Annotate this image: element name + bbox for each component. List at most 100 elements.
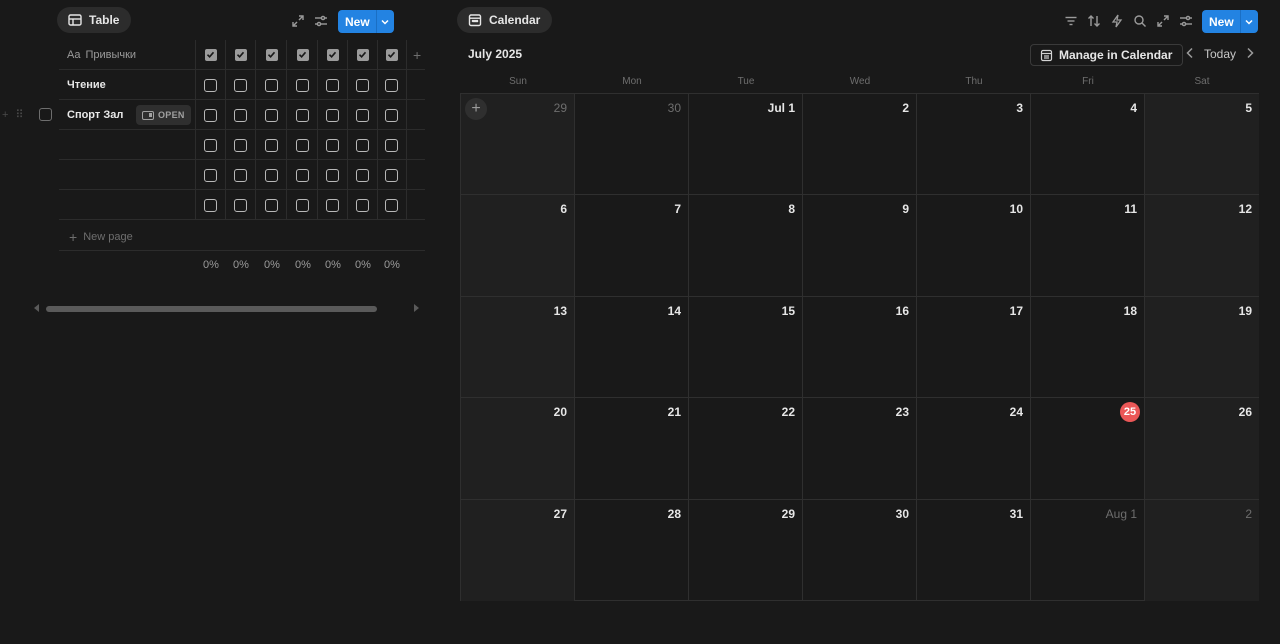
chevron-down-icon[interactable] (1239, 10, 1258, 33)
habit-checkbox[interactable] (356, 198, 369, 212)
habit-checkbox[interactable] (385, 138, 398, 152)
habit-checkbox[interactable] (265, 198, 278, 212)
calendar-day-cell[interactable]: 28 (575, 499, 689, 601)
calendar-day-cell[interactable]: 26 (1145, 398, 1259, 500)
percent-checked[interactable]: 0% (257, 259, 287, 271)
row-name[interactable] (59, 130, 196, 160)
settings-sliders-icon[interactable] (313, 13, 329, 29)
column-header-checkbox[interactable] (318, 40, 348, 70)
column-header-checkbox[interactable] (196, 40, 226, 70)
scroll-left-icon[interactable] (34, 304, 39, 312)
add-column-icon[interactable]: + (413, 47, 421, 63)
habit-checkbox[interactable] (234, 138, 247, 152)
habit-checkbox[interactable] (265, 108, 278, 122)
habit-checkbox[interactable] (204, 78, 217, 92)
habit-checkbox[interactable] (296, 198, 309, 212)
habit-checkbox[interactable] (204, 138, 217, 152)
habit-checkbox[interactable] (326, 138, 339, 152)
percent-checked[interactable]: 0% (196, 259, 226, 271)
habit-checkbox[interactable] (265, 168, 278, 182)
habit-checkbox[interactable] (385, 108, 398, 122)
calendar-day-cell[interactable]: 5 (1145, 94, 1259, 196)
habit-checkbox[interactable] (204, 108, 217, 122)
habit-checkbox[interactable] (296, 108, 309, 122)
row-name[interactable] (59, 160, 196, 190)
habit-checkbox[interactable] (356, 78, 369, 92)
habit-checkbox[interactable] (326, 108, 339, 122)
scroll-right-icon[interactable] (414, 304, 419, 312)
add-event-icon[interactable]: + (465, 98, 487, 120)
calendar-day-cell[interactable]: 14 (575, 296, 689, 399)
calendar-day-cell[interactable]: 13 (461, 296, 575, 399)
column-header-checkbox[interactable] (377, 40, 407, 70)
calendar-day-cell[interactable]: 6 (461, 195, 575, 297)
calendar-day-cell[interactable]: 17 (917, 296, 1031, 399)
habit-checkbox[interactable] (356, 138, 369, 152)
calendar-day-cell[interactable]: 19 (1145, 296, 1259, 399)
habit-checkbox[interactable] (296, 168, 309, 182)
column-header-checkbox[interactable] (288, 40, 318, 70)
calendar-day-cell[interactable]: 29 + (461, 94, 575, 196)
column-header-checkbox[interactable] (257, 40, 287, 70)
habit-checkbox[interactable] (234, 78, 247, 92)
today-button[interactable]: Today (1204, 47, 1236, 61)
habit-checkbox[interactable] (204, 198, 217, 212)
calendar-day-cell[interactable]: 30 (575, 94, 689, 196)
calendar-day-cell[interactable]: 18 (1031, 296, 1145, 399)
calendar-day-cell[interactable]: 29 (689, 499, 803, 601)
habit-checkbox[interactable] (296, 138, 309, 152)
calendar-day-cell[interactable]: 11 (1031, 195, 1145, 297)
calendar-day-cell[interactable]: 3 (917, 94, 1031, 196)
calendar-day-cell[interactable]: 21 (575, 398, 689, 500)
calendar-day-cell[interactable]: 27 (461, 499, 575, 601)
calendar-day-cell[interactable]: Jul 1 (689, 94, 803, 196)
habit-checkbox[interactable] (296, 78, 309, 92)
column-header-checkbox[interactable] (226, 40, 256, 70)
calendar-day-cell[interactable]: 15 (689, 296, 803, 399)
prev-month-icon[interactable] (1185, 47, 1195, 62)
calendar-day-cell[interactable]: 10 (917, 195, 1031, 297)
percent-checked[interactable]: 0% (226, 259, 256, 271)
calendar-day-cell[interactable]: 20 (461, 398, 575, 500)
tab-table[interactable]: Table (57, 7, 132, 33)
settings-sliders-icon[interactable] (1178, 13, 1194, 29)
row-select-checkbox[interactable] (39, 108, 52, 121)
tab-calendar[interactable]: Calendar (457, 7, 553, 33)
column-header-checkbox[interactable] (348, 40, 378, 70)
percent-checked[interactable]: 0% (288, 259, 318, 271)
habit-checkbox[interactable] (326, 198, 339, 212)
calendar-day-cell[interactable]: 8 (689, 195, 803, 297)
calendar-new-button[interactable]: New (1202, 10, 1258, 33)
habit-checkbox[interactable] (234, 198, 247, 212)
calendar-day-cell[interactable]: Aug 1 (1031, 499, 1145, 601)
calendar-day-cell[interactable]: 24 (917, 398, 1031, 500)
habit-checkbox[interactable] (234, 108, 247, 122)
habit-checkbox[interactable] (204, 168, 217, 182)
habit-checkbox[interactable] (265, 78, 278, 92)
filter-icon[interactable] (1063, 13, 1079, 29)
habit-checkbox[interactable] (385, 168, 398, 182)
sort-icon[interactable] (1086, 13, 1102, 29)
habit-checkbox[interactable] (326, 168, 339, 182)
search-icon[interactable] (1132, 13, 1148, 29)
expand-icon[interactable] (290, 13, 306, 29)
lightning-icon[interactable] (1109, 13, 1125, 29)
column-header-habits[interactable]: Aa Привычки (59, 40, 196, 70)
row-name[interactable]: Чтение (59, 70, 196, 100)
habit-checkbox[interactable] (356, 108, 369, 122)
expand-icon[interactable] (1155, 13, 1171, 29)
calendar-day-cell[interactable]: 2 (1145, 499, 1259, 601)
chevron-down-icon[interactable] (375, 10, 394, 33)
habit-checkbox[interactable] (385, 78, 398, 92)
habit-checkbox[interactable] (265, 138, 278, 152)
calendar-day-cell[interactable]: 23 (803, 398, 917, 500)
percent-checked[interactable]: 0% (318, 259, 348, 271)
habit-checkbox[interactable] (385, 198, 398, 212)
horizontal-scrollbar[interactable] (46, 306, 377, 312)
percent-checked[interactable]: 0% (348, 259, 378, 271)
habit-checkbox[interactable] (234, 168, 247, 182)
habit-checkbox[interactable] (326, 78, 339, 92)
calendar-day-cell[interactable]: 7 (575, 195, 689, 297)
calendar-day-cell[interactable]: 25 (1031, 398, 1145, 500)
calendar-day-cell[interactable]: 31 (917, 499, 1031, 601)
